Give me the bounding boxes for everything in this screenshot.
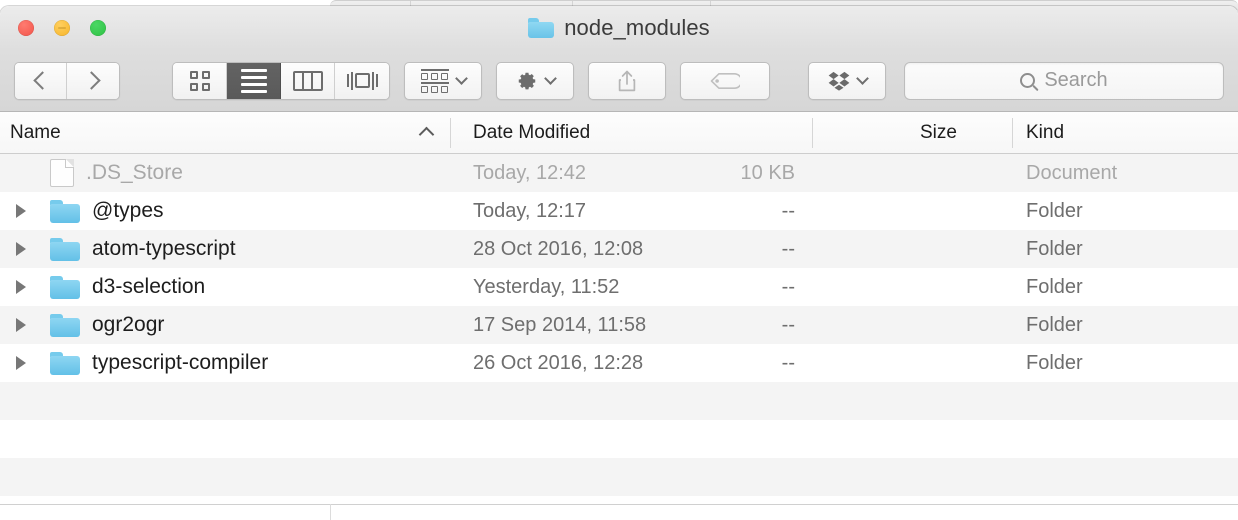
folder-icon [528, 18, 555, 38]
empty-row [0, 420, 1238, 458]
tag-icon [710, 72, 740, 89]
file-name-cell: typescript-compiler [50, 351, 268, 375]
arrange-button[interactable] [404, 61, 482, 100]
table-row[interactable]: @types Today, 12:17 -- Folder [0, 192, 1238, 230]
column-divider[interactable] [450, 118, 451, 148]
file-size: -- [781, 313, 795, 336]
column-divider[interactable] [812, 118, 813, 148]
column-divider[interactable] [1012, 118, 1013, 148]
file-size: -- [781, 351, 795, 374]
column-header-kind[interactable]: Kind [1026, 112, 1064, 154]
folder-icon [50, 275, 80, 299]
window-title: node_modules [0, 6, 1238, 50]
gear-icon [518, 72, 535, 89]
search-placeholder: Search [1044, 69, 1108, 91]
coverflow-icon [346, 71, 378, 90]
navigation-buttons [14, 61, 120, 100]
folder-icon [50, 237, 80, 261]
file-date: 26 Oct 2016, 12:28 [473, 351, 644, 374]
share-icon [618, 70, 636, 91]
chevron-left-icon [33, 71, 52, 90]
search-icon [1020, 73, 1036, 88]
folder-icon [50, 351, 80, 375]
search-field[interactable]: Search [904, 61, 1224, 100]
background-content [0, 504, 1238, 520]
file-name-cell: .DS_Store [50, 159, 183, 187]
empty-row [0, 458, 1238, 496]
disclosure-triangle-icon[interactable] [16, 318, 26, 332]
document-icon [50, 159, 74, 187]
dropbox-icon [828, 71, 849, 91]
chevron-down-icon [543, 72, 557, 85]
chevron-up-icon [418, 126, 435, 143]
gallery-view-button[interactable] [335, 62, 389, 99]
column-header-date[interactable]: Date Modified [473, 112, 590, 154]
file-kind: Folder [1026, 199, 1083, 222]
file-date: Today, 12:42 [473, 161, 587, 184]
file-list: .DS_Store Today, 12:42 10 KB Document @t… [0, 154, 1238, 496]
titlebar: node_modules [0, 6, 1238, 50]
chevron-down-icon [855, 72, 869, 85]
screen: node_modules Search Name Date Modified S… [0, 0, 1238, 520]
table-row[interactable]: ogr2ogr 17 Sep 2014, 11:58 -- Folder [0, 306, 1238, 344]
file-date: 28 Oct 2016, 12:08 [473, 237, 644, 260]
file-kind: Folder [1026, 275, 1083, 298]
file-date: Yesterday, 11:52 [473, 275, 620, 298]
share-button[interactable] [588, 61, 666, 100]
finder-window: node_modules Search Name Date Modified S… [0, 6, 1238, 510]
grid-icon [189, 70, 210, 91]
disclosure-triangle-icon[interactable] [16, 204, 26, 218]
file-name-cell: atom-typescript [50, 237, 236, 261]
file-kind: Folder [1026, 237, 1083, 260]
tags-button[interactable] [680, 61, 770, 100]
column-header-name[interactable]: Name [10, 112, 61, 154]
table-row[interactable]: .DS_Store Today, 12:42 10 KB Document [0, 154, 1238, 192]
file-kind: Folder [1026, 313, 1083, 336]
window-title-text: node_modules [564, 15, 710, 40]
file-date: Today, 12:17 [473, 199, 587, 222]
dropbox-button[interactable] [808, 61, 886, 100]
chevron-down-icon [454, 72, 468, 85]
file-date: 17 Sep 2014, 11:58 [473, 313, 647, 336]
view-mode-buttons [172, 61, 390, 100]
list-icon [240, 68, 267, 93]
column-headers: Name Date Modified Size Kind [0, 112, 1238, 154]
file-size: 10 KB [740, 161, 795, 184]
column-header-size[interactable]: Size [920, 112, 957, 154]
forward-button[interactable] [67, 62, 119, 99]
file-kind: Folder [1026, 351, 1083, 374]
toolbar: Search [0, 50, 1238, 112]
file-name: @types [92, 199, 164, 222]
disclosure-triangle-icon[interactable] [16, 356, 26, 370]
file-name-cell: @types [50, 199, 164, 223]
file-kind: Document [1026, 161, 1118, 184]
icon-view-button[interactable] [173, 62, 227, 99]
file-size: -- [781, 199, 795, 222]
file-size: -- [781, 275, 795, 298]
arrange-icon [420, 68, 449, 93]
chevron-right-icon [81, 71, 101, 90]
columns-icon [292, 70, 323, 91]
table-row[interactable]: atom-typescript 28 Oct 2016, 12:08 -- Fo… [0, 230, 1238, 268]
back-button[interactable] [15, 62, 67, 99]
disclosure-triangle-icon[interactable] [16, 280, 26, 294]
empty-row [0, 382, 1238, 420]
file-name: d3-selection [92, 275, 206, 298]
disclosure-triangle-icon[interactable] [16, 242, 26, 256]
file-size: -- [781, 237, 795, 260]
file-name: ogr2ogr [92, 313, 165, 336]
file-name: atom-typescript [92, 237, 236, 260]
list-view-button[interactable] [227, 62, 281, 99]
action-menu-button[interactable] [496, 61, 574, 100]
file-name-cell: ogr2ogr [50, 313, 164, 337]
column-view-button[interactable] [281, 62, 335, 99]
table-row[interactable]: typescript-compiler 26 Oct 2016, 12:28 -… [0, 344, 1238, 382]
table-row[interactable]: d3-selection Yesterday, 11:52 -- Folder [0, 268, 1238, 306]
folder-icon [50, 199, 80, 223]
file-name: .DS_Store [86, 161, 183, 184]
folder-icon [50, 313, 80, 337]
file-name-cell: d3-selection [50, 275, 205, 299]
file-name: typescript-compiler [92, 351, 269, 374]
